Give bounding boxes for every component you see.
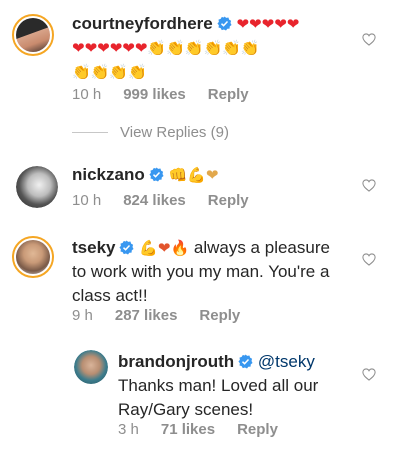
comment-text: courtneyfordhere ❤❤❤❤❤ ❤❤❤❤❤❤👏👏👏👏👏👏 👏👏👏👏 [72, 12, 352, 84]
username[interactable]: tseky [72, 238, 115, 257]
verified-badge-icon [217, 16, 232, 31]
reply-button[interactable]: Reply [208, 86, 249, 103]
reply-button[interactable]: Reply [208, 192, 249, 209]
timestamp: 3 h [118, 421, 139, 438]
comment-meta: 9 h 287 likes Reply [72, 307, 262, 324]
username[interactable]: brandonjrouth [118, 352, 234, 371]
likes-count[interactable]: 824 likes [123, 192, 186, 209]
avatar-nickzano[interactable] [16, 166, 58, 208]
likes-count[interactable]: 71 likes [161, 421, 215, 438]
view-replies-button[interactable]: View Replies (9) [72, 124, 229, 141]
comment-text: brandonjrouth @tseky Thanks man! Loved a… [118, 350, 358, 422]
heart-outline-icon[interactable] [362, 33, 376, 46]
view-replies-label[interactable]: View Replies (9) [120, 124, 229, 141]
comment-body-2: Ray/Gary scenes! [118, 400, 254, 419]
comment-meta: 10 h 999 likes Reply [72, 86, 271, 103]
emoji-reaction: 💪❤🔥 [139, 239, 190, 257]
reply-button[interactable]: Reply [237, 421, 278, 438]
divider-line [72, 132, 108, 133]
emoji-reaction: 👊💪❤ [168, 166, 219, 184]
avatar-tseky[interactable] [12, 236, 54, 278]
heart-outline-icon[interactable] [362, 368, 376, 381]
comment-meta: 10 h 824 likes Reply [72, 192, 271, 209]
mention-link[interactable]: @tseky [258, 352, 315, 371]
comment-meta: 3 h 71 likes Reply [118, 421, 300, 438]
emoji-line: ❤❤❤❤❤❤👏👏👏👏👏👏 [72, 39, 260, 57]
comment-body-1: always a pleasure [193, 238, 330, 257]
likes-count[interactable]: 999 likes [123, 86, 186, 103]
clap-emoji: 👏👏👏👏 [72, 63, 147, 81]
comment-body-2: to work with you my man. You're a [72, 262, 330, 281]
timestamp: 10 h [72, 192, 102, 209]
heart-emoji: ❤❤❤❤❤ [236, 15, 300, 33]
username[interactable]: nickzano [72, 165, 145, 184]
comment-text: nickzano 👊💪❤ [72, 163, 352, 187]
comment-body-1: Thanks man! Loved all our [118, 376, 319, 395]
timestamp: 10 h [72, 86, 102, 103]
likes-count[interactable]: 287 likes [115, 307, 178, 324]
username[interactable]: courtneyfordhere [72, 14, 213, 33]
reply-button[interactable]: Reply [199, 307, 240, 324]
verified-badge-icon [149, 167, 164, 182]
avatar-courtneyfordhere[interactable] [12, 14, 54, 56]
timestamp: 9 h [72, 307, 93, 324]
verified-badge-icon [119, 240, 135, 255]
heart-outline-icon[interactable] [362, 179, 376, 192]
verified-badge-icon [238, 354, 253, 369]
comment-body-3: class act!! [72, 286, 148, 305]
avatar-brandonjrouth[interactable] [74, 350, 108, 384]
comment-text: tseky 💪❤🔥 always a pleasure to work with… [72, 236, 362, 308]
heart-outline-icon[interactable] [362, 253, 376, 266]
